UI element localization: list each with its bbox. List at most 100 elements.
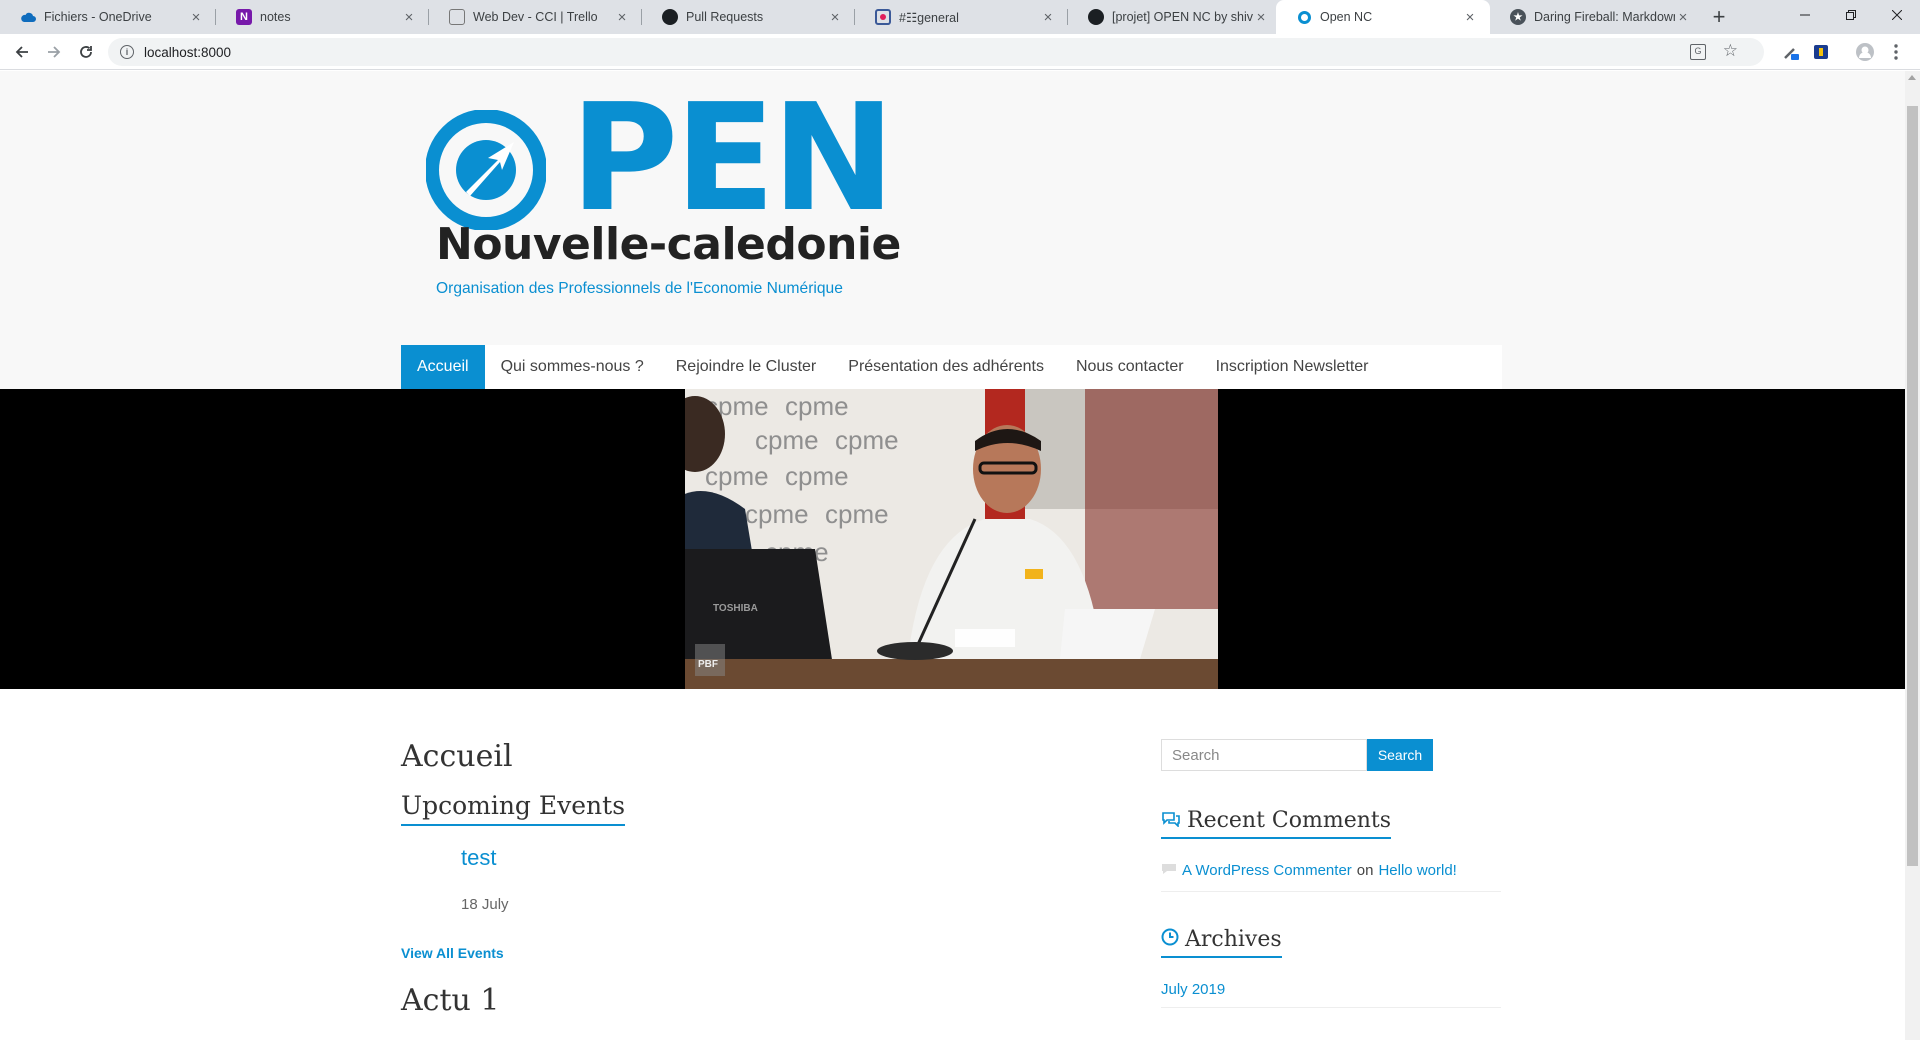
trello-icon — [449, 9, 465, 25]
tab-title: Daring Fireball: Markdown — [1534, 10, 1675, 24]
comment-bubble-icon — [1161, 862, 1177, 879]
close-icon[interactable]: × — [401, 9, 417, 26]
restore-button[interactable] — [1828, 0, 1874, 30]
divider — [1161, 891, 1501, 892]
archives-title: Archives — [1161, 927, 1282, 958]
site-info-icon[interactable]: i — [120, 45, 134, 59]
profile-avatar-icon[interactable] — [1855, 42, 1875, 62]
extension-icon-2[interactable] — [1811, 42, 1831, 62]
post-title[interactable]: Actu 1 — [401, 983, 499, 1018]
menu-kebab-icon[interactable] — [1886, 42, 1906, 62]
browser-tab-onedrive[interactable]: Fichiers - OneDrive × — [0, 0, 216, 34]
nav-item-qui-sommes-nous[interactable]: Qui sommes-nous ? — [485, 345, 660, 389]
event-title-link[interactable]: test — [461, 845, 496, 871]
archives-title-text: Archives — [1185, 927, 1282, 952]
scroll-up-arrow-icon[interactable] — [1908, 75, 1916, 80]
back-arrow-icon[interactable] — [8, 39, 36, 65]
nav-item-adherents[interactable]: Présentation des adhérents — [832, 345, 1060, 389]
browser-tab-github-project[interactable]: [projet] OPEN NC by shivay × — [1068, 0, 1281, 34]
logo-arrow-circle-icon — [426, 110, 546, 230]
hero-photo: cpme cpme cpme cpme cpme cpme cpme cpme … — [685, 389, 1218, 689]
hero-backdrop-text-2: cpme — [785, 391, 849, 421]
view-all-events-link[interactable]: View All Events — [401, 945, 504, 961]
site-header — [0, 71, 1905, 389]
archive-link[interactable]: July 2019 — [1161, 981, 1225, 998]
page-viewport: PEN Nouvelle-caledonie Organisation des … — [0, 71, 1905, 1040]
tab-title: #☷general — [899, 10, 959, 25]
close-icon[interactable]: × — [188, 9, 204, 26]
tab-title: Pull Requests — [686, 10, 764, 24]
site-logo[interactable]: PEN Nouvelle-caledonie Organisation des … — [424, 84, 901, 297]
browser-tab-notes[interactable]: N notes × — [216, 0, 429, 34]
search-button[interactable]: Search — [1367, 739, 1433, 771]
comment-author-link[interactable]: A WordPress Commenter — [1182, 862, 1352, 879]
browser-tabstrip: Fichiers - OneDrive × N notes × Web Dev … — [0, 0, 1920, 34]
onedrive-icon — [20, 9, 36, 25]
comment-post-link[interactable]: Hello world! — [1378, 862, 1456, 879]
onenote-icon: N — [236, 9, 252, 25]
hero-backdrop-text-4: cpme — [835, 425, 899, 455]
search-form: Search — [1161, 739, 1433, 771]
close-icon[interactable]: × — [1462, 9, 1478, 26]
github-icon — [662, 9, 678, 25]
forward-arrow-icon[interactable] — [40, 39, 68, 65]
hero-backdrop-text-8: cpme — [825, 499, 889, 529]
recent-comments-title: Recent Comments — [1161, 808, 1392, 839]
main-nav: Accueil Qui sommes-nous ? Rejoindre le C… — [401, 345, 1502, 389]
divider — [1161, 1007, 1501, 1008]
tab-title: Web Dev - CCI | Trello — [473, 10, 598, 24]
new-tab-button[interactable]: + — [1706, 4, 1732, 30]
hero-backdrop-text-7: cpme — [745, 499, 809, 529]
logo-wordmark: PEN — [570, 72, 895, 244]
slack-icon — [875, 9, 891, 25]
tab-title: notes — [260, 10, 291, 24]
site-icon — [1296, 9, 1312, 25]
nav-item-contact[interactable]: Nous contacter — [1060, 345, 1200, 389]
browser-tab-open-nc[interactable]: Open NC × — [1276, 0, 1490, 34]
photo-watermark: PBF — [698, 659, 718, 670]
close-icon[interactable]: × — [1253, 9, 1269, 26]
address-url: localhost:8000 — [144, 44, 232, 60]
address-bar[interactable]: i localhost:8000 G ☆ — [108, 38, 1764, 66]
close-icon[interactable]: × — [614, 9, 630, 26]
extension-icon[interactable] — [1781, 42, 1801, 62]
star-icon: ★ — [1510, 9, 1526, 25]
browser-tab-trello[interactable]: Web Dev - CCI | Trello × — [429, 0, 642, 34]
tab-title: Fichiers - OneDrive — [44, 10, 152, 24]
hero-backdrop-text-3: cpme — [755, 425, 819, 455]
close-icon[interactable]: × — [1040, 9, 1056, 26]
logo-subtitle: Nouvelle-caledonie — [436, 219, 901, 270]
page-title: Accueil — [401, 739, 513, 774]
nav-item-rejoindre[interactable]: Rejoindre le Cluster — [660, 345, 833, 389]
nav-item-newsletter[interactable]: Inscription Newsletter — [1200, 345, 1385, 389]
translate-icon[interactable]: G — [1690, 44, 1706, 60]
nav-item-accueil[interactable]: Accueil — [401, 345, 485, 389]
close-icon[interactable]: × — [1675, 9, 1691, 26]
comments-icon — [1161, 808, 1181, 833]
browser-tab-pull-requests[interactable]: Pull Requests × — [642, 0, 855, 34]
event-date: 18 July — [461, 896, 509, 913]
hero-backdrop-text-6: cpme — [785, 461, 849, 491]
bookmark-star-icon[interactable]: ☆ — [1723, 41, 1738, 61]
clock-icon — [1161, 927, 1179, 952]
search-input[interactable] — [1161, 739, 1367, 771]
github-icon — [1088, 9, 1104, 25]
page-scrollbar[interactable] — [1905, 71, 1920, 1040]
browser-tab-daring-fireball[interactable]: ★ Daring Fireball: Markdown × — [1490, 0, 1703, 34]
reload-icon[interactable] — [72, 39, 100, 65]
browser-toolbar: i localhost:8000 G ☆ — [0, 34, 1920, 70]
minimize-button[interactable] — [1782, 0, 1828, 30]
close-window-button[interactable] — [1874, 0, 1920, 30]
scrollbar-thumb[interactable] — [1907, 106, 1918, 866]
laptop-brand: TOSHIBA — [713, 603, 758, 614]
browser-tab-slack[interactable]: #☷general × — [855, 0, 1068, 34]
logo-tagline: Organisation des Professionnels de l'Eco… — [436, 280, 843, 297]
comment-entry: A WordPress Commenter on Hello world! — [1161, 862, 1457, 879]
recent-comments-title-text: Recent Comments — [1187, 808, 1392, 833]
comment-on-text: on — [1356, 862, 1374, 879]
close-icon[interactable]: × — [827, 9, 843, 26]
tab-title: [projet] OPEN NC by shivay — [1112, 10, 1253, 24]
tab-title: Open NC — [1320, 10, 1373, 24]
upcoming-events-heading: Upcoming Events — [401, 791, 626, 826]
hero-backdrop-text-5: cpme — [705, 461, 769, 491]
